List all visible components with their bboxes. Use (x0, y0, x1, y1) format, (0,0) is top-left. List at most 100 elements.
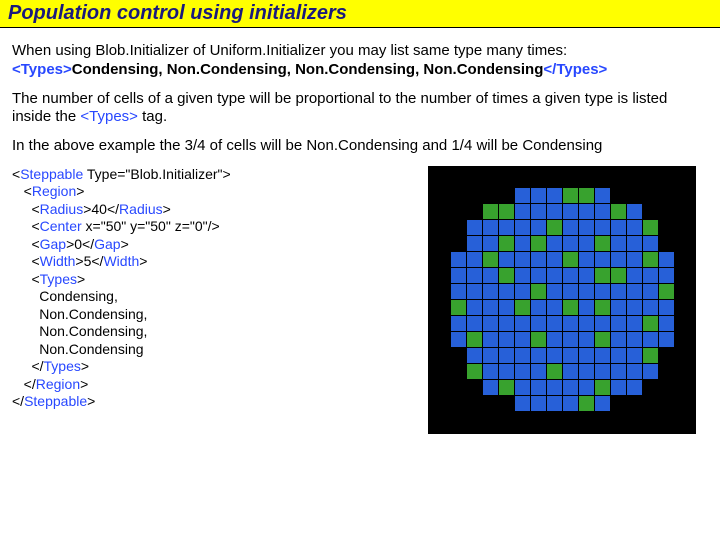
cell-condensing (499, 380, 514, 395)
cell-noncondensing (627, 204, 642, 219)
cell-empty (675, 380, 690, 395)
cell-empty (547, 412, 562, 427)
cell-noncondensing (531, 380, 546, 395)
cell-empty (547, 172, 562, 187)
cell-noncondensing (611, 252, 626, 267)
cell-noncondensing (563, 332, 578, 347)
cell-empty (675, 316, 690, 331)
cell-noncondensing (611, 300, 626, 315)
cell-noncondensing (515, 204, 530, 219)
cell-empty (499, 396, 514, 411)
cell-condensing (547, 364, 562, 379)
cell-condensing (595, 236, 610, 251)
simulation-figure (428, 166, 696, 434)
cell-noncondensing (483, 332, 498, 347)
cell-empty (659, 188, 674, 203)
cell-noncondensing (483, 364, 498, 379)
columns: <Steppable Type="Blob.Initializer"> <Reg… (12, 166, 708, 434)
cell-noncondensing (467, 316, 482, 331)
cell-noncondensing (659, 332, 674, 347)
cell-noncondensing (643, 268, 658, 283)
cell-noncondensing (547, 332, 562, 347)
cell-noncondensing (579, 284, 594, 299)
cell-noncondensing (499, 300, 514, 315)
cell-empty (435, 236, 450, 251)
cell-noncondensing (611, 380, 626, 395)
cell-noncondensing (547, 348, 562, 363)
cell-condensing (563, 252, 578, 267)
cell-empty (435, 300, 450, 315)
cell-condensing (579, 188, 594, 203)
cell-noncondensing (531, 300, 546, 315)
cell-noncondensing (643, 300, 658, 315)
cell-empty (659, 172, 674, 187)
cell-empty (435, 412, 450, 427)
cell-noncondensing (499, 316, 514, 331)
cell-empty (643, 380, 658, 395)
cell-noncondensing (483, 236, 498, 251)
cell-empty (611, 396, 626, 411)
proportion-paragraph: The number of cells of a given type will… (12, 90, 708, 128)
cell-empty (435, 348, 450, 363)
cell-noncondensing (547, 396, 562, 411)
cell-empty (435, 172, 450, 187)
cell-condensing (499, 236, 514, 251)
cell-empty (675, 252, 690, 267)
cell-empty (675, 412, 690, 427)
cell-empty (643, 412, 658, 427)
cell-noncondensing (611, 332, 626, 347)
types-open-tag: <Types> (12, 61, 72, 78)
cell-empty (451, 204, 466, 219)
cell-condensing (659, 284, 674, 299)
cell-noncondensing (563, 316, 578, 331)
cell-empty (659, 396, 674, 411)
cell-noncondensing (579, 300, 594, 315)
cell-empty (659, 380, 674, 395)
slide-body: When using Blob.Initializer of Uniform.I… (0, 28, 720, 442)
cell-noncondensing (467, 220, 482, 235)
cell-noncondensing (483, 300, 498, 315)
cell-empty (435, 284, 450, 299)
cell-noncondensing (531, 348, 546, 363)
cell-condensing (531, 332, 546, 347)
cell-noncondensing (531, 396, 546, 411)
cell-empty (467, 412, 482, 427)
cell-empty (499, 188, 514, 203)
cell-noncondensing (467, 300, 482, 315)
cell-empty (483, 412, 498, 427)
cell-empty (435, 204, 450, 219)
cell-noncondensing (627, 236, 642, 251)
cell-noncondensing (659, 300, 674, 315)
cell-empty (563, 172, 578, 187)
cell-noncondensing (531, 188, 546, 203)
cell-empty (611, 412, 626, 427)
cell-noncondensing (627, 220, 642, 235)
cell-empty (659, 204, 674, 219)
cell-noncondensing (483, 316, 498, 331)
cell-empty (467, 172, 482, 187)
cell-noncondensing (547, 236, 562, 251)
cell-noncondensing (643, 284, 658, 299)
intro-line1: When using Blob.Initializer of Uniform.I… (12, 42, 567, 59)
cell-empty (675, 332, 690, 347)
cell-noncondensing (579, 252, 594, 267)
cell-noncondensing (531, 220, 546, 235)
cell-empty (451, 188, 466, 203)
cell-condensing (547, 220, 562, 235)
cell-noncondensing (563, 364, 578, 379)
cell-noncondensing (595, 348, 610, 363)
cell-noncondensing (611, 220, 626, 235)
cell-noncondensing (595, 188, 610, 203)
cell-noncondensing (483, 380, 498, 395)
cell-noncondensing (515, 316, 530, 331)
cell-noncondensing (627, 380, 642, 395)
cell-noncondensing (643, 364, 658, 379)
cell-noncondensing (499, 252, 514, 267)
cell-noncondensing (595, 316, 610, 331)
cell-empty (515, 412, 530, 427)
cell-noncondensing (515, 396, 530, 411)
types-list-inline: Condensing, Non.Condensing, Non.Condensi… (72, 61, 544, 78)
para3-text: In the above example the 3/4 of cells wi… (12, 137, 602, 154)
intro-paragraph: When using Blob.Initializer of Uniform.I… (12, 42, 708, 80)
cell-empty (435, 316, 450, 331)
